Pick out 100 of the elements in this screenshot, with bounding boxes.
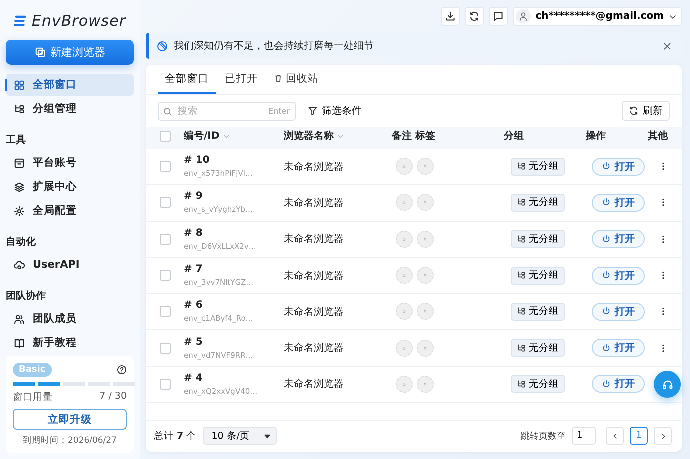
tag-button[interactable] [417,267,434,284]
filter-icon [308,106,318,116]
close-button[interactable] [663,42,672,50]
nav-item[interactable]: 团队成员 [6,308,134,330]
chat-button[interactable] [488,7,508,26]
nav-item[interactable]: 分组管理 [6,98,134,120]
row-number: # 6 [184,300,204,312]
tree-icon [517,162,526,172]
group-button[interactable]: 无分组 [511,339,565,358]
usage-label: 窗口用量 [13,391,53,404]
previous-page-button[interactable] [606,427,624,445]
row-number: # 8 [184,228,204,239]
row-number: # 10 [184,155,211,166]
page-button[interactable]: 1 [630,427,648,445]
tag-button[interactable] [417,194,434,212]
note-button[interactable] [396,194,413,212]
open-button[interactable]: 打开 [592,266,645,285]
row-checkbox[interactable] [160,378,171,390]
tag-button[interactable] [417,230,434,248]
nav-item[interactable]: UserAPI [6,254,134,276]
tree-icon [517,380,526,389]
tag-button[interactable] [417,303,434,320]
group-button[interactable]: 无分组 [511,302,565,321]
nav-item[interactable]: 全局配置 [6,200,134,222]
note-button[interactable] [396,158,413,176]
plan-badge: Basic [13,363,52,377]
row-checkbox[interactable] [160,306,171,318]
trash-icon [274,74,283,83]
browser-name: 未命名浏览器 [284,160,345,174]
note-button[interactable] [396,303,413,320]
total-count: 总计 7 个 [154,430,197,442]
tab[interactable]: 全部窗口 [158,65,216,94]
download-icon [444,11,456,22]
group-button[interactable]: 无分组 [511,375,565,394]
help-icon [117,365,127,375]
account-menu[interactable]: ch*********@gmail.com [512,7,682,26]
row-checkbox[interactable] [160,161,171,172]
nav-item[interactable]: 全部窗口 [6,74,134,96]
enter-hint: Enter [268,106,290,116]
nav-item[interactable]: 新手教程 [6,332,134,354]
open-button[interactable]: 打开 [592,302,645,321]
next-page-button[interactable] [654,427,672,445]
headset-icon [662,378,674,390]
row-checkbox[interactable] [160,197,171,208]
group-button[interactable]: 无分组 [511,158,565,176]
cloud-icon [14,260,25,270]
open-button[interactable]: 打开 [592,339,645,358]
page-size-select[interactable]: 10 条/页 [202,427,277,445]
tag-button[interactable] [417,376,434,393]
section-title: 团队协作 [6,290,47,304]
column-header: 操作 [586,130,606,143]
tag-button[interactable] [417,158,434,176]
group-button[interactable]: 无分组 [511,266,565,285]
row-number: # 4 [184,372,204,384]
row-checkbox[interactable] [160,234,171,245]
note-button[interactable] [396,230,413,248]
nav-item[interactable]: 扩展中心 [6,176,134,198]
grid-icon [14,80,25,90]
refresh-button[interactable]: 刷新 [622,101,670,121]
tag-button[interactable] [417,340,434,357]
page-input[interactable]: 1 [572,427,596,445]
open-button[interactable]: 打开 [592,194,645,212]
search-icon [163,106,173,116]
group-button[interactable]: 无分组 [511,194,565,212]
tree-icon [517,271,526,280]
filter-button[interactable]: 筛选条件 [308,104,362,118]
open-button[interactable]: 打开 [592,375,645,394]
row-checkbox[interactable] [160,342,171,354]
inbox-icon [14,158,25,168]
column-header: 其他 [648,130,668,143]
note-button[interactable] [396,340,413,357]
jump-label: 跳转页数至 [521,430,566,442]
tab[interactable]: 已打开 [218,65,265,94]
group-button[interactable]: 无分组 [511,230,565,248]
power-icon [602,307,611,316]
power-icon [602,271,611,280]
open-button[interactable]: 打开 [592,230,645,248]
download-button[interactable] [440,7,460,26]
logo-icon [14,14,28,28]
logo-text: EnvBrowser [32,12,126,30]
upgrade-button[interactable]: 立即升级 [13,409,127,430]
select-all-checkbox[interactable] [160,130,171,142]
refresh-button[interactable] [464,7,484,26]
column-header: 浏览器名称 [284,130,334,143]
chat-icon [492,11,504,22]
tab[interactable]: 回收站 [267,65,326,94]
browser-name: 未命名浏览器 [284,306,345,319]
open-button[interactable]: 打开 [592,158,645,176]
new-browser-button[interactable]: 新建浏览器 [6,40,134,65]
row-checkbox[interactable] [160,270,171,282]
row-number: # 9 [184,191,204,202]
note-button[interactable] [396,376,413,393]
caret-icon [264,432,271,440]
note-button[interactable] [396,267,413,284]
users-icon [14,314,25,324]
nav-item[interactable]: 平台账号 [6,152,134,174]
power-icon [602,234,611,244]
chevron-left-icon [612,432,618,440]
notice-text: 我们深知仍有不足，也会持续打磨每一处细节 [174,40,375,53]
usage-count: 7 / 30 [100,391,127,404]
